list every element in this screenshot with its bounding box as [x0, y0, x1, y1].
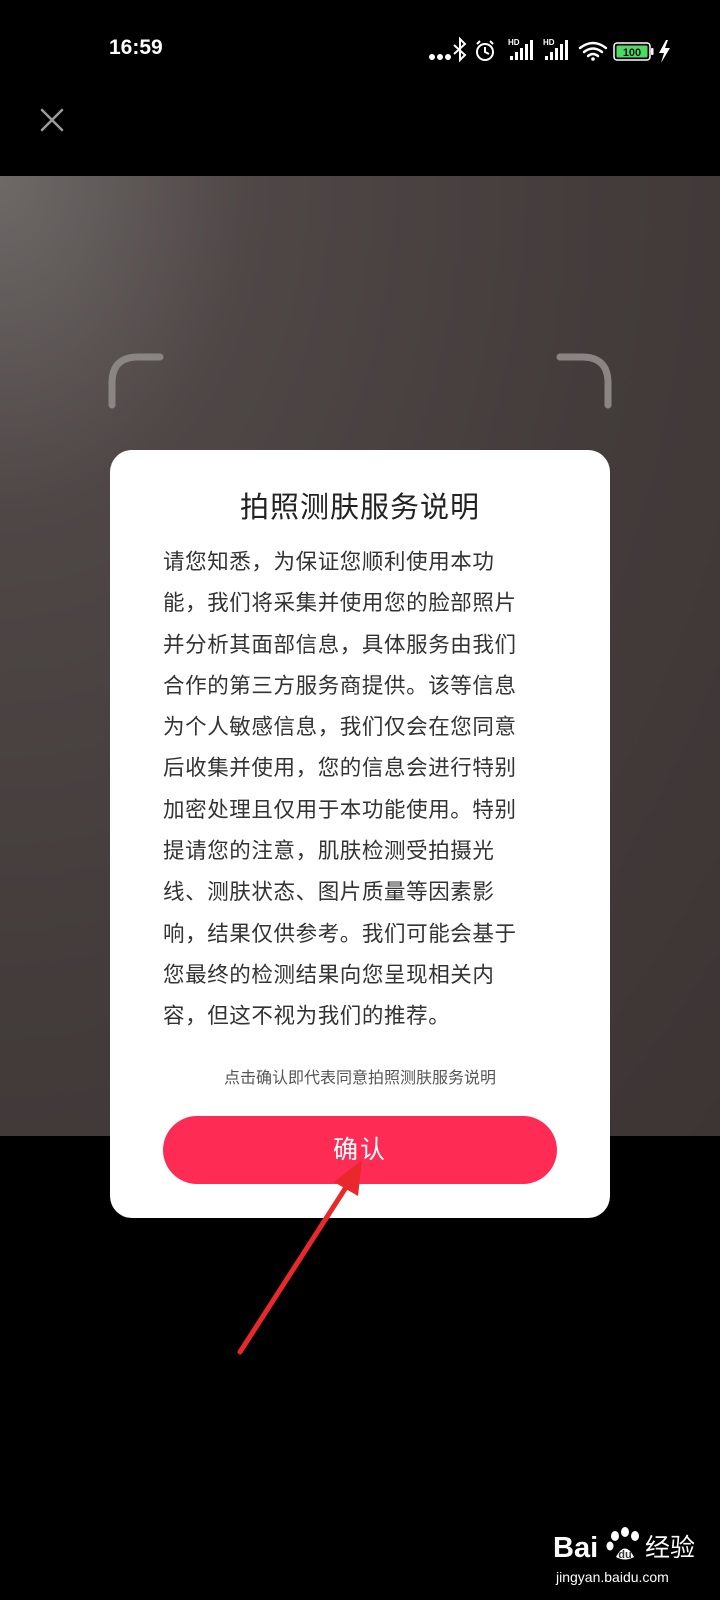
hd-signal-icon: HD — [508, 38, 533, 60]
close-button[interactable] — [36, 104, 68, 136]
consent-note: 点击确认即代表同意拍照测肤服务说明 — [223, 1068, 496, 1087]
confirm-button[interactable]: 确认 — [163, 1116, 557, 1184]
dialog-body-line: 线、测肤状态、图片质量等因素影 — [163, 880, 495, 906]
hd-signal-icon: HD — [543, 38, 568, 60]
watermark-suffix: 经验 — [645, 1534, 695, 1562]
frame-corner-top-left-icon — [108, 353, 164, 409]
status-bar: 16:59 HD HD 100 — [0, 0, 720, 100]
watermark-url: jingyan.baidu.com — [555, 1569, 669, 1585]
more-dots-icon — [429, 54, 451, 60]
paw-logo-icon: du — [606, 1527, 639, 1561]
dialog-body-line: 加密处理且仅用于本功能使用。特别 — [163, 797, 517, 823]
watermark-brand: Bai — [553, 1532, 598, 1564]
dialog-body-line: 您最终的检测结果向您呈现相关内 — [163, 962, 495, 988]
close-icon — [40, 108, 64, 132]
svg-text:HD: HD — [543, 38, 555, 47]
dialog-body-line: 并分析其面部信息，具体服务由我们 — [163, 632, 517, 658]
dialog-body-line: 响，结果仅供参考。我们可能会基于 — [163, 921, 517, 947]
dialog-body-line: 合作的第三方服务商提供。该等信息 — [163, 673, 517, 699]
svg-text:du: du — [618, 1549, 631, 1561]
svg-text:HD: HD — [508, 38, 520, 47]
status-icons: HD HD 100 — [429, 36, 670, 63]
dialog-body: 请您知悉，为保证您顺利使用本功 能，我们将采集并使用您的脸部照片 并分析其面部信… — [163, 542, 559, 1038]
svg-text:100: 100 — [623, 47, 641, 59]
dialog-body-line: 提请您的注意，肌肤检测受拍摄光 — [163, 839, 495, 865]
dialog-body-line: 能，我们将采集并使用您的脸部照片 — [163, 591, 517, 617]
service-agreement-dialog: 拍照测肤服务说明 请您知悉，为保证您顺利使用本功 能，我们将采集并使用您的脸部照… — [110, 450, 610, 1218]
baidu-jingyan-watermark: Bai du 经验 jingyan.baidu.com — [553, 1527, 695, 1585]
wifi-icon — [578, 41, 608, 61]
frame-corner-top-right-icon — [556, 353, 612, 409]
dialog-body-line: 容，但这不视为我们的推荐。 — [163, 1004, 451, 1030]
dialog-body-line: 后收集并使用，您的信息会进行特别 — [163, 756, 517, 782]
battery-icon: 100 — [613, 42, 654, 61]
dialog-title: 拍照测肤服务说明 — [239, 490, 480, 524]
dialog-body-line: 请您知悉，为保证您顺利使用本功 — [163, 550, 495, 575]
charging-icon — [659, 40, 670, 63]
alarm-icon — [476, 40, 494, 61]
status-time: 16:59 — [109, 36, 163, 59]
dialog-body-line: 为个人敏感信息，我们仅会在您同意 — [163, 715, 517, 741]
bluetooth-icon — [453, 36, 467, 63]
